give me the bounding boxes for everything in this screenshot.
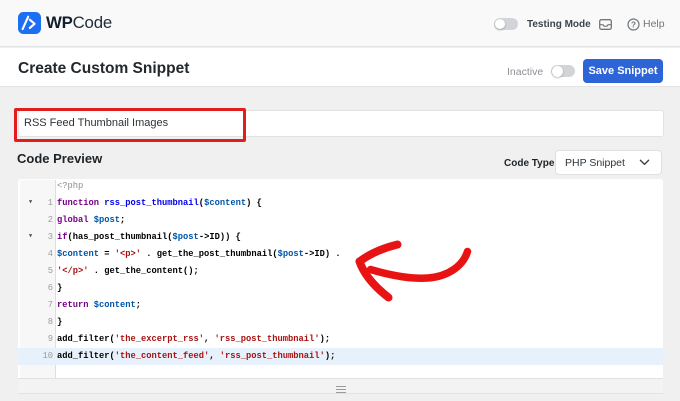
svg-text:?: ? [631,20,636,29]
